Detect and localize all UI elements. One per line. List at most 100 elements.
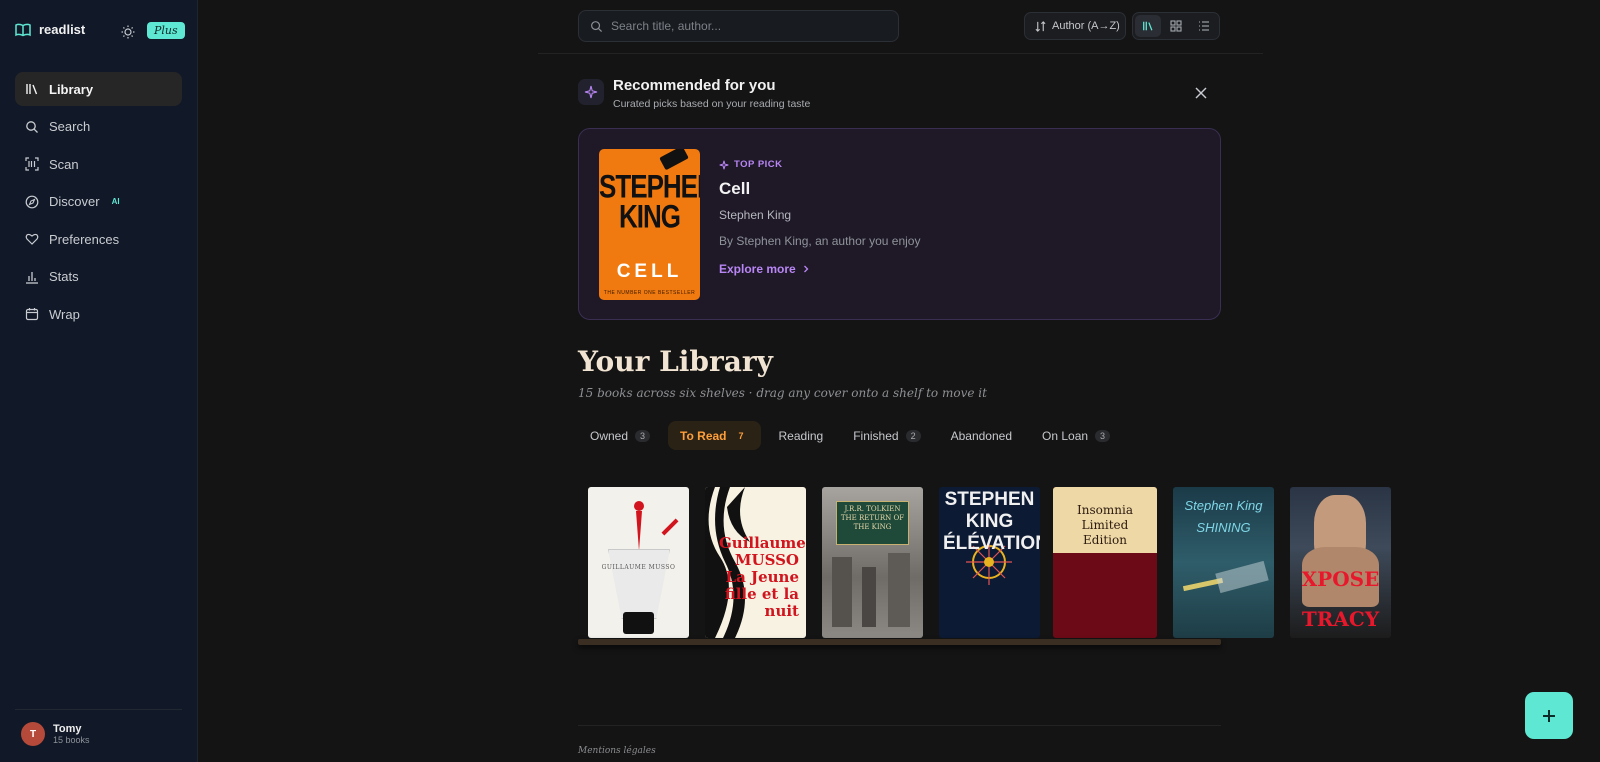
search-icon	[26, 120, 38, 133]
recommended-title: Recommended for you	[613, 77, 776, 94]
book-author: Stephen King	[719, 208, 792, 222]
compass-icon	[25, 195, 39, 208]
avatar: T	[21, 722, 45, 746]
grid-view-button[interactable]	[1163, 15, 1189, 37]
book-cover-5[interactable]: Insomnia Limited Edition	[1053, 487, 1157, 638]
recommendation-reason: By Stephen King, an author you enjoy	[719, 234, 921, 248]
search-icon	[591, 20, 603, 32]
topbar: Author (A→Z)	[538, 0, 1263, 54]
cover-foot-text: THE NUMBER ONE BESTSELLER	[603, 290, 696, 296]
book-open-icon	[15, 23, 31, 36]
tab-count: 3	[635, 429, 651, 442]
sidebar-item-label: Discover	[49, 194, 100, 209]
tab-to-read[interactable]: To Read 7	[668, 421, 761, 450]
sort-button[interactable]: Author (A→Z)	[1024, 12, 1126, 40]
app-name: readlist	[39, 22, 86, 37]
add-book-button[interactable]	[1525, 692, 1573, 739]
plus-icon	[1543, 709, 1555, 722]
book-cover-6[interactable]: Stephen King SHINING	[1173, 487, 1274, 638]
sidebar: readlist Plus Library Search Scan Discov…	[0, 0, 198, 762]
sidebar-nav: Library Search Scan Discover AI Preferen…	[15, 72, 182, 335]
heart-icon	[25, 233, 39, 245]
sidebar-item-label: Library	[49, 81, 94, 97]
legal-notice-link[interactable]: Mentions légales	[578, 746, 656, 756]
sort-label: Author (A→Z)	[1052, 20, 1120, 32]
cover-author-text: STEPHEN KING	[599, 167, 700, 235]
sidebar-item-scan[interactable]: Scan	[15, 147, 182, 181]
tab-count: 7	[738, 430, 744, 441]
tab-label: Finished	[853, 428, 899, 443]
shelf-view-button[interactable]	[1135, 15, 1161, 37]
sidebar-item-wrap[interactable]: Wrap	[15, 297, 182, 331]
plus-badge[interactable]: Plus	[147, 22, 185, 39]
shelf-tabs: Owned 3 To Read 7 Reading Finished 2 Abando…	[578, 421, 1128, 450]
tab-on-loan[interactable]: On Loan 3	[1030, 421, 1122, 450]
top-pick-badge: TOP PICK	[719, 159, 920, 170]
recommended-subtitle: Curated picks based on your reading tast…	[613, 98, 811, 110]
sidebar-item-label: Scan	[49, 156, 79, 172]
recommendation-card[interactable]: STEPHEN KING CELL THE NUMBER ONE BESTSEL…	[578, 128, 1221, 320]
tab-label: On Loan	[1042, 428, 1089, 443]
tab-reading[interactable]: Reading	[767, 421, 836, 450]
search-box[interactable]	[578, 10, 899, 42]
sidebar-item-search[interactable]: Search	[15, 110, 182, 144]
book-cover-1[interactable]: GUILLAUME MUSSO	[588, 487, 689, 638]
book-cover-7[interactable]: XPOSE TRACY WOL	[1290, 487, 1391, 638]
chevron-right-icon	[803, 265, 809, 273]
book-cover-text: Guillaume MUSSO La Jeune fille et la nui…	[719, 534, 806, 620]
user-profile[interactable]: T Tomy 15 books	[15, 709, 182, 746]
footer-divider	[578, 725, 1221, 726]
book-cover[interactable]: STEPHEN KING CELL THE NUMBER ONE BESTSEL…	[599, 149, 700, 300]
sidebar-item-stats[interactable]: Stats	[15, 260, 182, 294]
calendar-icon	[25, 308, 39, 321]
tab-count: 2	[905, 429, 921, 442]
sidebar-item-label: Search	[49, 119, 91, 134]
sparkles-icon	[719, 160, 729, 169]
sun-icon[interactable]	[120, 24, 136, 40]
tab-finished[interactable]: Finished 2	[841, 421, 932, 450]
search-input[interactable]	[611, 19, 881, 33]
library-icon	[26, 84, 38, 95]
library-subtitle: 15 books across six shelves · drag any c…	[578, 386, 987, 400]
close-icon[interactable]	[1195, 86, 1209, 100]
book-cover-2[interactable]: Guillaume MUSSO La Jeune fille et la nui…	[705, 487, 806, 638]
book-cover-text: J.R.R. TOLKIEN THE RETURN OF THE KING	[840, 505, 905, 531]
tab-abandoned[interactable]: Abandoned	[939, 421, 1024, 450]
tab-label: Reading	[778, 428, 824, 443]
tab-label: Abandoned	[950, 428, 1012, 443]
list-view-button[interactable]	[1191, 15, 1217, 37]
sidebar-item-label: Stats	[49, 269, 79, 284]
user-name: Tomy	[53, 723, 82, 735]
book-cover-4[interactable]: STEPHEN KING ÉLÉVATION	[939, 487, 1040, 638]
tab-count: 3	[1095, 429, 1111, 442]
sidebar-item-library[interactable]: Library	[15, 72, 182, 106]
ai-tag: AI	[111, 197, 120, 206]
sidebar-item-discover[interactable]: Discover AI	[15, 185, 182, 219]
tab-owned[interactable]: Owned 3	[578, 421, 662, 450]
list-icon	[1199, 21, 1209, 31]
book-cover-text: STEPHEN KING ÉLÉVATION	[943, 489, 1040, 554]
bar-chart-icon	[26, 271, 38, 284]
user-book-count: 15 books	[53, 735, 90, 745]
cover-title-text: CELL	[616, 261, 683, 282]
explore-more-link[interactable]: Explore more	[719, 262, 920, 276]
sidebar-item-label: Wrap	[49, 306, 80, 322]
top-pick-label: TOP PICK	[734, 159, 783, 170]
sidebar-item-label: Preferences	[49, 231, 120, 247]
book-cover-text: XPOSE TRACY WOL	[1301, 567, 1380, 631]
grid-icon	[1170, 20, 1182, 32]
library-title: Your Library	[578, 345, 773, 378]
book-cover-3[interactable]: J.R.R. TOLKIEN THE RETURN OF THE KING	[822, 487, 923, 638]
sidebar-item-preferences[interactable]: Preferences	[15, 222, 182, 256]
tab-label: To Read	[680, 428, 727, 443]
book-cover-text: Stephen King SHINING	[1184, 498, 1263, 535]
tab-label: Owned	[590, 428, 629, 443]
sort-icon	[1035, 20, 1046, 32]
bookshelf	[578, 639, 1221, 645]
recommendation-details: TOP PICK Cell Stephen King By Stephen Ki…	[719, 159, 920, 276]
library-icon	[1143, 21, 1153, 31]
book-cover-text: GUILLAUME MUSSO	[601, 564, 676, 571]
view-toggle	[1132, 12, 1220, 40]
brand[interactable]: readlist	[15, 22, 85, 37]
scan-icon	[25, 157, 39, 171]
